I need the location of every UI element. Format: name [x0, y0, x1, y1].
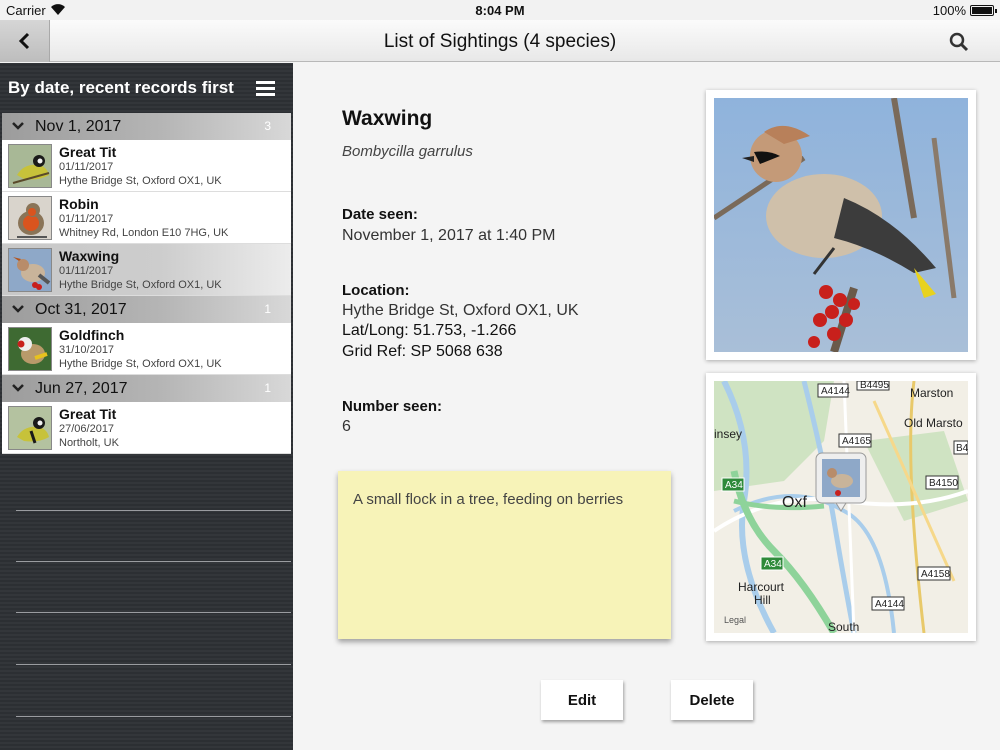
- search-icon: [949, 32, 969, 52]
- chevron-down-icon: [12, 122, 24, 130]
- list-item[interactable]: Robin 01/11/2017 Whitney Rd, London E10 …: [2, 192, 291, 244]
- battery-percent: 100%: [932, 3, 966, 18]
- map-label: B4: [956, 443, 968, 454]
- bird-thumbnail: [8, 144, 52, 188]
- sighting-date: 31/10/2017: [59, 344, 115, 356]
- group-header[interactable]: Jun 27, 2017 1: [2, 375, 291, 402]
- sighting-detail: Waxwing Bombycilla garrulus Date seen: N…: [293, 63, 1000, 750]
- sighting-date: 01/11/2017: [59, 161, 114, 173]
- sighting-location: Hythe Bridge St, Oxford OX1, UK: [59, 175, 222, 187]
- species-title: Waxwing: [342, 107, 433, 130]
- map-label: B4495: [860, 381, 889, 391]
- group-header[interactable]: Oct 31, 2017 1: [2, 296, 291, 323]
- sort-label: By date, recent records first: [8, 78, 234, 97]
- group-date: Oct 31, 2017: [35, 301, 127, 318]
- list-item-selected[interactable]: Waxwing 01/11/2017 Hythe Bridge St, Oxfo…: [2, 244, 291, 296]
- search-button[interactable]: [948, 31, 970, 53]
- species-name: Great Tit: [59, 144, 117, 160]
- status-bar: Carrier 8:04 PM 100%: [0, 0, 1000, 20]
- map-label: South: [828, 620, 859, 633]
- map-pin[interactable]: [815, 452, 867, 512]
- map-label: Harcourt: [738, 580, 785, 594]
- group-count: 1: [264, 381, 271, 395]
- location-label: Location:: [342, 282, 410, 299]
- map-label: Old Marsto: [904, 416, 963, 430]
- group-date: Nov 1, 2017: [35, 118, 122, 135]
- sighting-location: Hythe Bridge St, Oxford OX1, UK: [59, 279, 222, 291]
- sighting-date: 01/11/2017: [59, 265, 114, 277]
- gridref-value: Grid Ref: SP 5068 638: [342, 343, 503, 360]
- sighting-date: 01/11/2017: [59, 213, 114, 225]
- status-time: 8:04 PM: [475, 3, 525, 18]
- list-item[interactable]: Great Tit 01/11/2017 Hythe Bridge St, Ox…: [2, 140, 291, 192]
- map-label: A4165: [842, 436, 871, 447]
- map-label: A4158: [921, 569, 950, 580]
- map-label: Hill: [754, 593, 771, 607]
- list-item[interactable]: Goldfinch 31/10/2017 Hythe Bridge St, Ox…: [2, 323, 291, 375]
- delete-button[interactable]: Delete: [671, 680, 753, 720]
- list-divider: [16, 664, 291, 665]
- sort-header: By date, recent records first: [0, 63, 293, 113]
- location-value: Hythe Bridge St, Oxford OX1, UK: [342, 302, 579, 319]
- group-count: 1: [264, 302, 271, 316]
- group-header[interactable]: Nov 1, 2017 3: [2, 113, 291, 140]
- list-divider: [16, 612, 291, 613]
- location-map-frame[interactable]: A4144 B4495 Marston Old Marsto insey A41…: [706, 373, 976, 641]
- map-label: A4144: [875, 599, 904, 610]
- species-name: Goldfinch: [59, 327, 125, 343]
- navigation-bar: List of Sightings (4 species): [0, 20, 1000, 62]
- bird-photo-frame[interactable]: [706, 90, 976, 360]
- sighting-location: Whitney Rd, London E10 7HG, UK: [59, 227, 229, 239]
- list-divider: [16, 561, 291, 562]
- map-label: A34: [725, 480, 743, 491]
- location-map: A4144 B4495 Marston Old Marsto insey A41…: [712, 379, 969, 635]
- sighting-note[interactable]: A small flock in a tree, feeding on berr…: [338, 471, 671, 639]
- bird-thumbnail: [8, 327, 52, 371]
- species-name: Robin: [59, 196, 99, 212]
- group-date: Jun 27, 2017: [35, 380, 128, 397]
- sightings-list: Nov 1, 2017 3 Great Tit 01/11/2017 Hythe…: [2, 113, 291, 454]
- bird-thumbnail: [8, 196, 52, 240]
- species-name: Waxwing: [59, 248, 120, 264]
- edit-button[interactable]: Edit: [541, 680, 623, 720]
- date-seen-label: Date seen:: [342, 206, 418, 223]
- map-label: A34: [764, 559, 782, 570]
- battery-icon: [970, 5, 997, 16]
- number-seen-label: Number seen:: [342, 398, 443, 415]
- group-count: 3: [264, 119, 271, 133]
- sighting-date: 27/06/2017: [59, 423, 115, 435]
- species-name: Great Tit: [59, 406, 117, 422]
- chevron-down-icon: [12, 384, 24, 392]
- sightings-sidebar: By date, recent records first Nov 1, 201…: [0, 63, 293, 750]
- number-seen-value: 6: [342, 418, 351, 435]
- map-label: Marston: [910, 386, 953, 400]
- map-label: Legal: [724, 615, 746, 625]
- list-divider: [16, 716, 291, 717]
- map-label: B4150: [929, 478, 958, 489]
- latlong-value: Lat/Long: 51.753, -1.266: [342, 322, 517, 339]
- date-seen-value: November 1, 2017 at 1:40 PM: [342, 227, 556, 244]
- sighting-location: Northolt, UK: [59, 437, 119, 449]
- list-divider: [16, 510, 291, 511]
- bird-thumbnail: [8, 248, 52, 292]
- chevron-down-icon: [12, 305, 24, 313]
- map-label: Oxf: [782, 494, 807, 511]
- sighting-location: Hythe Bridge St, Oxford OX1, UK: [59, 358, 222, 370]
- menu-icon[interactable]: [256, 81, 275, 96]
- latin-name: Bombycilla garrulus: [342, 143, 473, 160]
- back-button[interactable]: [0, 20, 50, 62]
- map-label: A4144: [821, 386, 850, 397]
- map-label: insey: [714, 427, 742, 441]
- bird-photo: [712, 97, 968, 354]
- bird-thumbnail: [8, 406, 52, 450]
- chevron-left-icon: [18, 32, 29, 50]
- list-item[interactable]: Great Tit 27/06/2017 Northolt, UK: [2, 402, 291, 454]
- page-title: List of Sightings (4 species): [383, 31, 617, 52]
